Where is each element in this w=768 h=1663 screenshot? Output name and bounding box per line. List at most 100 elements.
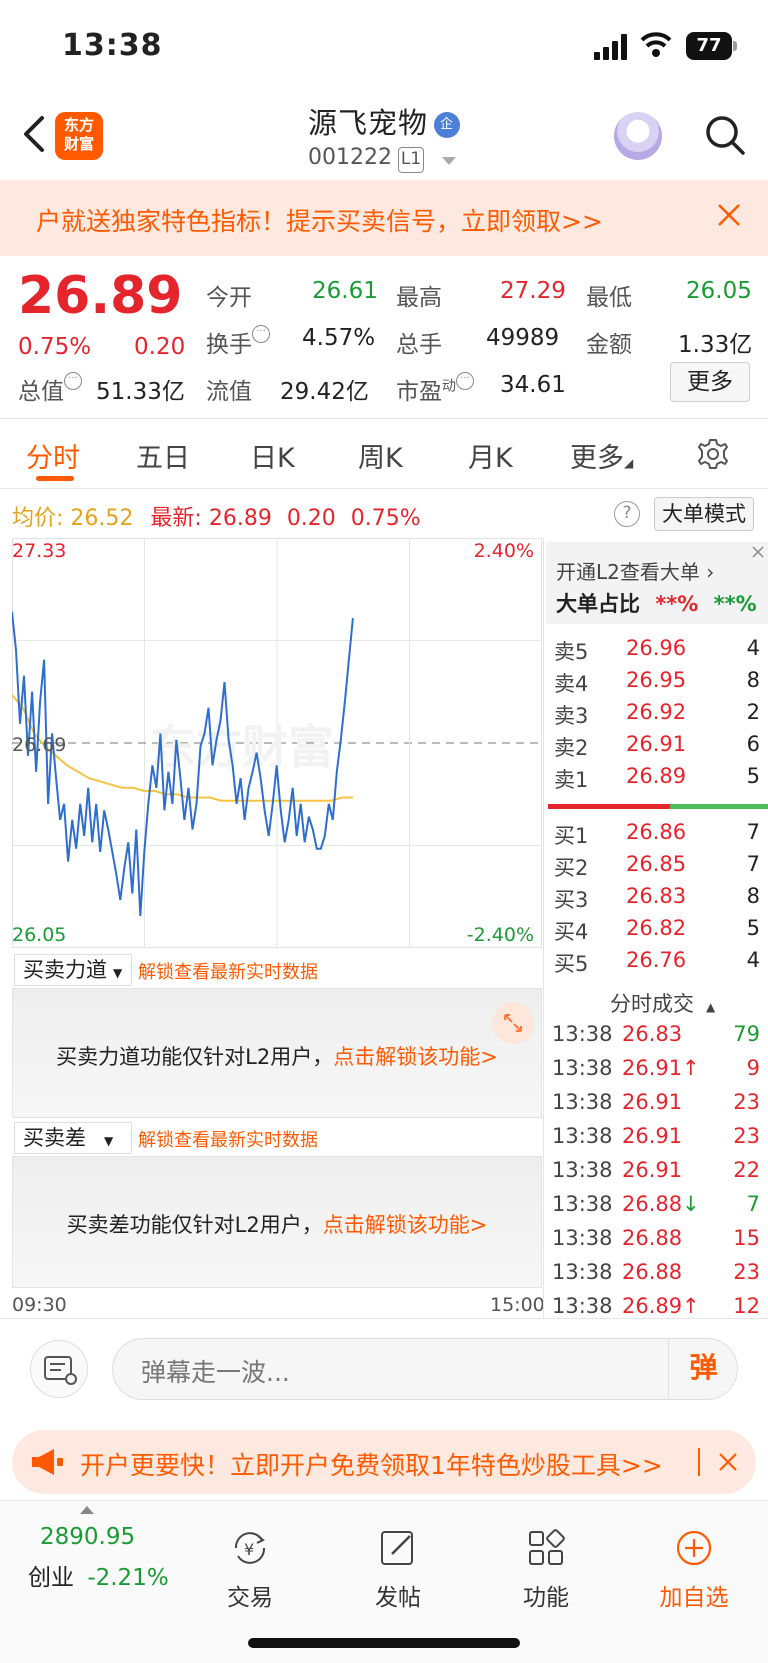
tab-intraday[interactable]: 分时 (26, 436, 80, 475)
tick-price: 26.91 (622, 1124, 683, 1148)
tab-daily-k[interactable]: 日K (250, 436, 295, 475)
open-value: 26.61 (312, 278, 378, 304)
tab-post[interactable]: 发帖 (348, 1528, 448, 1612)
pe-value: 34.61 (500, 372, 566, 398)
avg-value: 26.52 (70, 506, 134, 531)
index-value[interactable]: 2890.95 (40, 1524, 135, 1550)
tick-volume: 22 (733, 1158, 760, 1182)
ask-label: 卖2 (554, 736, 589, 760)
index-name: 创业 (28, 1565, 74, 1591)
comment-settings-button[interactable] (30, 1340, 88, 1398)
close-icon[interactable] (748, 542, 768, 562)
intraday-chart[interactable]: 东方财富 27.33 26.69 26.05 2.40% -2.40% (11, 538, 542, 948)
promo-banner[interactable]: 户就送独家特色指标！提示买卖信号，立即领取>> (0, 180, 768, 256)
account-promo-banner[interactable]: 开户更要快！立即开户免费领取1年特色炒股工具>> (12, 1430, 756, 1494)
ask-volume: 4 (746, 636, 760, 660)
tab-weekly-k[interactable]: 周K (358, 436, 403, 475)
last-change: 0.20 (286, 506, 336, 531)
index-quote[interactable]: 创业 -2.21% (28, 1558, 169, 1592)
volume-value: 49989 (486, 325, 560, 351)
ask-label: 卖3 (554, 704, 589, 728)
l2-open-text[interactable]: 开通L2查看大单 › (556, 556, 714, 585)
l2-open-label: 开通L2查看大单 (556, 560, 700, 584)
stock-name: 源飞宠物 (307, 106, 428, 140)
indicator-1-note[interactable]: 解锁查看最新实时数据 (138, 958, 318, 984)
tick-volume: 23 (733, 1260, 760, 1284)
turnover-label-text: 换手 (206, 332, 252, 358)
ticks-header[interactable]: 分时成交 ▲ (610, 988, 715, 1018)
ai-assistant-avatar[interactable] (614, 112, 662, 160)
promo-banner-text[interactable]: 户就送独家特色指标！提示买卖信号，立即领取>> (36, 202, 603, 238)
more-dots-icon[interactable]: ··· (64, 372, 82, 390)
enterprise-badge-icon: 企 (434, 112, 460, 138)
cellular-signal-icon (594, 34, 630, 60)
avg-label: 均价: (12, 506, 64, 531)
y-label-top-left: 27.33 (12, 540, 67, 562)
ask-price: 26.91 (626, 732, 687, 756)
more-dots-icon[interactable]: ··· (252, 325, 270, 343)
indicator-2-note[interactable]: 解锁查看最新实时数据 (138, 1126, 318, 1152)
expand-icon[interactable] (492, 1002, 534, 1044)
level-badge: L1 (398, 147, 424, 173)
tab-more-label: 更多 (570, 443, 624, 474)
divider (698, 1448, 700, 1476)
add-circle-icon (676, 1530, 712, 1566)
tab-trade-label: 交易 (227, 1585, 273, 1611)
indicator-1-unlock-link[interactable]: 点击解锁该功能> (333, 1045, 498, 1069)
megaphone-icon (32, 1449, 63, 1475)
indicator-1-select[interactable]: 买卖力道 ▼ (14, 954, 132, 986)
help-icon[interactable]: ? (614, 501, 640, 527)
more-dots-icon[interactable]: ··· (456, 372, 474, 390)
indicator-2-message: 买卖差功能仅针对L2用户，点击解锁该功能> (13, 1209, 541, 1239)
search-icon[interactable] (704, 114, 746, 156)
bid-volume: 5 (746, 916, 760, 940)
tab-monthly-k[interactable]: 月K (468, 436, 513, 475)
grid-icon (529, 1529, 565, 1565)
tab-trade[interactable]: ¥ 交易 (200, 1528, 300, 1612)
indicator-2-select[interactable]: 买卖差 ▼ (14, 1122, 132, 1154)
ask-volume: 8 (746, 668, 760, 692)
indicator-1-msg-text: 买卖力道功能仅针对L2用户， (56, 1045, 334, 1069)
svg-text:¥: ¥ (244, 1540, 254, 1559)
tab-add-watchlist[interactable]: 加自选 (644, 1528, 744, 1612)
bid-label: 买4 (554, 920, 589, 944)
bid-label: 买3 (554, 888, 589, 912)
l2-promo-card[interactable]: 开通L2查看大单 › 大单占比 **% **% (546, 542, 768, 624)
indicator-2-unlock-link[interactable]: 点击解锁该功能> (323, 1213, 488, 1237)
last-pct: 0.75% (350, 506, 421, 531)
big-order-sell-ratio: **% (713, 592, 757, 616)
tick-arrow: ↑ (682, 1056, 700, 1080)
tab-functions[interactable]: 功能 (496, 1528, 596, 1612)
account-promo-text[interactable]: 开户更要快！立即开户免费领取1年特色炒股工具>> (80, 1446, 663, 1482)
tick-price: 26.83 (622, 1022, 683, 1046)
y-label-mid-left: 26.69 (12, 734, 67, 756)
tab-five-day[interactable]: 五日 (136, 436, 190, 475)
chevron-down-icon[interactable] (442, 157, 456, 165)
big-order-ratio: 大单占比 **% **% (556, 588, 757, 618)
close-icon[interactable] (716, 1450, 740, 1474)
danmaku-send-button[interactable]: 弹 (668, 1338, 738, 1400)
tick-arrow: ↑ (682, 1294, 700, 1318)
gear-icon[interactable] (696, 437, 730, 471)
bid-volume: 8 (746, 884, 760, 908)
close-icon[interactable] (714, 200, 744, 230)
chevron-down-icon: ▼ (113, 966, 123, 980)
bid-volume: 7 (746, 852, 760, 876)
battery-icon: 77 (686, 32, 732, 60)
indicator-1-message: 买卖力道功能仅针对L2用户，点击解锁该功能> (13, 1041, 541, 1071)
chevron-down-icon: ▼ (104, 1134, 114, 1148)
big-order-ratio-label: 大单占比 (556, 592, 640, 616)
open-label: 今开 (206, 285, 252, 311)
tick-time: 13:38 (552, 1260, 613, 1284)
tick-volume: 79 (733, 1022, 760, 1046)
tick-arrow: ↓ (682, 1192, 700, 1216)
danmaku-input[interactable]: 弹幕走一波... (112, 1338, 738, 1400)
more-button[interactable]: 更多 (670, 362, 750, 402)
bid-volume: 7 (746, 820, 760, 844)
amount-value: 1.33亿 (678, 332, 753, 358)
bid-label: 买5 (554, 952, 589, 976)
ask-volume: 6 (746, 732, 760, 756)
indicator-1-panel: 买卖力道功能仅针对L2用户，点击解锁该功能> (12, 988, 542, 1118)
tab-more[interactable]: 更多◢ (570, 436, 633, 475)
big-order-mode-button[interactable]: 大单模式 (654, 497, 754, 531)
